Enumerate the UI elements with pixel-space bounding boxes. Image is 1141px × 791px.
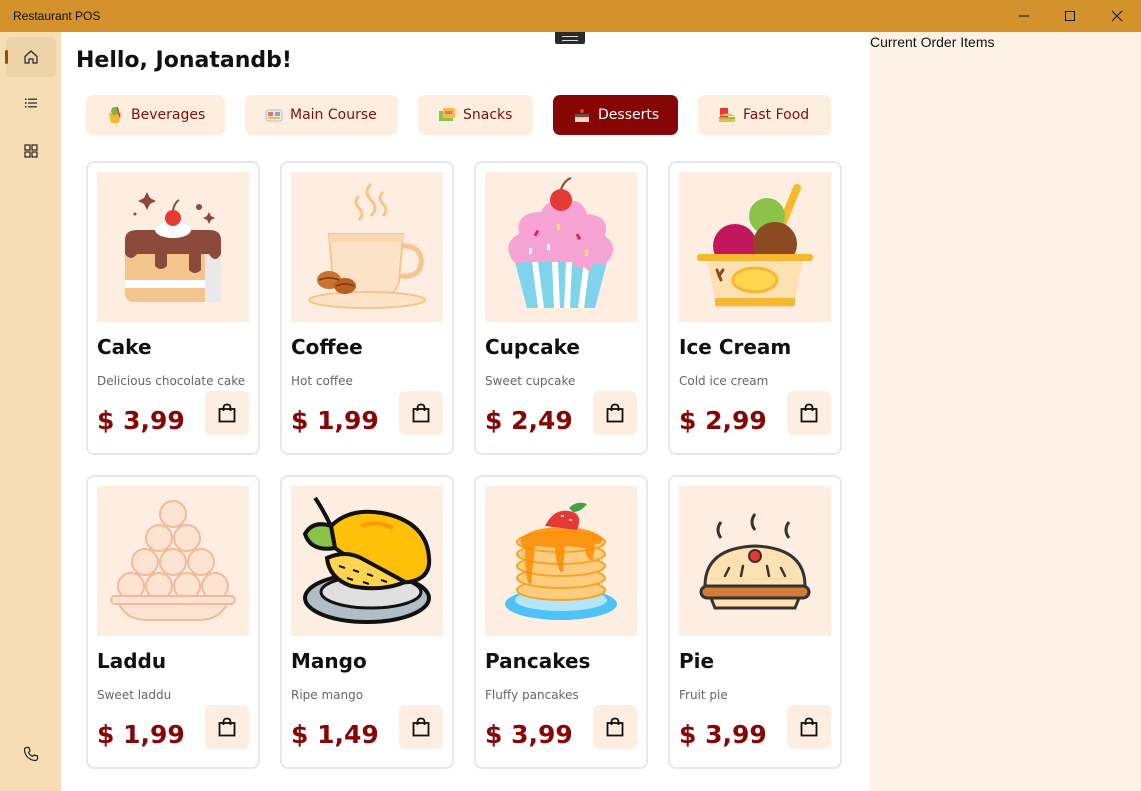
shopping-bag-icon [218, 717, 236, 737]
home-icon [24, 50, 38, 64]
page-title: Hello, Jonatandb! [76, 48, 292, 73]
product-description: Sweet laddu [97, 688, 172, 702]
product-description: Fruit pie [679, 688, 728, 702]
category-label: Beverages [131, 107, 206, 123]
minimize-button[interactable] [1001, 0, 1047, 32]
product-description: Delicious chocolate cake [97, 374, 246, 388]
category-beverages[interactable]: Beverages [86, 95, 225, 135]
title-bar: Restaurant POS [0, 0, 1141, 32]
product-card-ice-cream[interactable]: Ice Cream Cold ice cream $ 2,99 [668, 161, 842, 455]
product-price: $ 1,99 [291, 406, 379, 435]
product-name: Pie [679, 649, 715, 673]
category-desserts[interactable]: Desserts [553, 95, 678, 135]
product-name: Cupcake [485, 335, 580, 359]
product-price: $ 1,99 [97, 720, 185, 749]
product-description: Ripe mango [291, 688, 364, 702]
phone-icon [23, 746, 39, 762]
category-label: Desserts [598, 107, 660, 123]
shopping-bag-icon [800, 403, 818, 423]
product-card-laddu[interactable]: Laddu Sweet laddu $ 1,99 [86, 475, 260, 769]
category-main-course[interactable]: Main Course [245, 95, 398, 135]
drag-handle[interactable] [555, 32, 585, 44]
shopping-bag-icon [606, 403, 624, 423]
close-icon [1111, 10, 1123, 22]
product-name: Pancakes [485, 649, 591, 673]
product-description: Sweet cupcake [485, 374, 576, 388]
add-to-cart-button[interactable] [399, 705, 443, 749]
product-card-pie[interactable]: Pie Fruit pie $ 3,99 [668, 475, 842, 769]
category-label: Snacks [463, 107, 513, 123]
grid-icon [24, 144, 38, 158]
snacks-icon [437, 105, 457, 125]
pie-icon [679, 486, 831, 636]
category-label: Fast Food [743, 107, 810, 123]
product-name: Cake [97, 335, 152, 359]
product-description: Cold ice cream [679, 374, 769, 388]
nav-phone[interactable] [6, 734, 56, 774]
shopping-bag-icon [412, 717, 430, 737]
sidebar [0, 32, 61, 791]
product-price: $ 2,99 [679, 406, 767, 435]
product-price: $ 1,49 [291, 720, 379, 749]
beverage-icon [105, 105, 125, 125]
maximize-icon [1065, 11, 1075, 21]
order-panel: Current Order Items [870, 32, 1141, 791]
main-course-icon [264, 105, 284, 125]
product-name: Laddu [97, 649, 167, 673]
add-to-cart-button[interactable] [205, 705, 249, 749]
product-description: Fluffy pancakes [485, 688, 579, 702]
mango-icon [291, 486, 443, 636]
product-card-coffee[interactable]: Coffee Hot coffee $ 1,99 [280, 161, 454, 455]
add-to-cart-button[interactable] [399, 391, 443, 435]
product-price: $ 3,99 [97, 406, 185, 435]
product-card-mango[interactable]: Mango Ripe mango $ 1,49 [280, 475, 454, 769]
fast-food-icon [717, 105, 737, 125]
ice-cream-icon [679, 172, 831, 322]
window-title: Restaurant POS [13, 9, 101, 23]
product-card-pancakes[interactable]: Pancakes Fluffy pancakes $ 3,99 [474, 475, 648, 769]
category-label: Main Course [290, 107, 377, 123]
main-content: Hello, Jonatandb! Beverages Main Course … [61, 32, 870, 791]
shopping-bag-icon [800, 717, 818, 737]
nav-home[interactable] [5, 37, 56, 77]
product-description: Hot coffee [291, 374, 353, 388]
active-indicator [5, 50, 8, 64]
laddu-icon [97, 486, 249, 636]
coffee-icon [291, 172, 443, 322]
list-icon [25, 98, 37, 108]
product-name: Ice Cream [679, 335, 792, 359]
product-card-cupcake[interactable]: Cupcake Sweet cupcake $ 2,49 [474, 161, 648, 455]
pancakes-icon [485, 486, 637, 636]
nav-list[interactable] [6, 83, 56, 123]
close-button[interactable] [1094, 0, 1140, 32]
order-panel-title: Current Order Items [870, 34, 995, 50]
shopping-bag-icon [218, 403, 236, 423]
dessert-icon [572, 105, 592, 125]
add-to-cart-button[interactable] [205, 391, 249, 435]
add-to-cart-button[interactable] [787, 391, 831, 435]
product-card-cake[interactable]: Cake Delicious chocolate cake $ 3,99 [86, 161, 260, 455]
add-to-cart-button[interactable] [593, 391, 637, 435]
shopping-bag-icon [606, 717, 624, 737]
minimize-icon [1019, 15, 1029, 17]
add-to-cart-button[interactable] [787, 705, 831, 749]
category-snacks[interactable]: Snacks [418, 95, 533, 135]
product-price: $ 2,49 [485, 406, 573, 435]
shopping-bag-icon [412, 403, 430, 423]
nav-grid[interactable] [6, 131, 56, 171]
cake-icon [97, 172, 249, 322]
add-to-cart-button[interactable] [593, 705, 637, 749]
product-name: Mango [291, 649, 367, 673]
product-price: $ 3,99 [679, 720, 767, 749]
maximize-button[interactable] [1047, 0, 1093, 32]
cupcake-icon [485, 172, 637, 322]
product-name: Coffee [291, 335, 363, 359]
category-fast-food[interactable]: Fast Food [698, 95, 831, 135]
product-price: $ 3,99 [485, 720, 573, 749]
